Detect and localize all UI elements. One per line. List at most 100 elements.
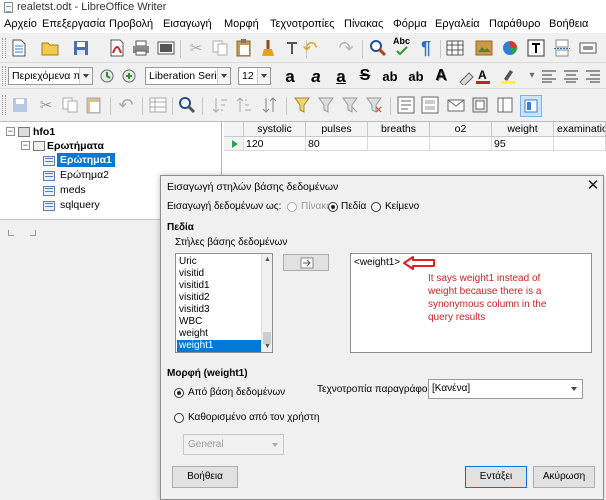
menu-view[interactable]: Προβολή (109, 18, 153, 30)
update-style-icon[interactable] (97, 66, 117, 86)
tree-item-query2[interactable]: Ερώτημα2 (60, 169, 109, 181)
redo-icon[interactable]: ↷ (336, 38, 356, 58)
grid-cell[interactable]: 95 (492, 137, 554, 151)
list-scrollbar[interactable]: ▲ ▼ (261, 254, 272, 352)
formatting-marks-icon[interactable]: ¶ (416, 38, 436, 58)
toolbar-grip[interactable] (2, 38, 6, 58)
grid-column-header[interactable]: systolic (244, 122, 306, 137)
print-preview-icon[interactable] (156, 38, 176, 58)
clone-formatting-icon[interactable] (258, 38, 278, 58)
bold-icon[interactable]: a (280, 66, 300, 86)
font-size-combo[interactable]: 12 (238, 67, 271, 85)
menu-edit[interactable]: Επεξεργασία (42, 18, 105, 30)
menu-insert[interactable]: Εισαγωγή (163, 18, 212, 30)
paste-icon[interactable] (84, 95, 104, 115)
open-icon[interactable] (40, 38, 60, 58)
paragraph-style-select[interactable]: [Κανένα] (428, 379, 583, 399)
list-item[interactable]: weight (177, 328, 261, 340)
menu-table[interactable]: Πίνακας (344, 18, 383, 30)
tree-database[interactable]: hfo1 (33, 126, 55, 138)
align-left-icon[interactable] (539, 66, 559, 86)
strikethrough-icon[interactable]: S (355, 66, 375, 86)
grid-column-header[interactable]: examination (554, 122, 606, 137)
insert-field-icon[interactable] (578, 38, 598, 58)
spelling-icon[interactable]: Abc (392, 36, 412, 56)
grid-cell[interactable] (430, 137, 492, 151)
tree-item-meds[interactable]: meds (60, 184, 86, 196)
sort-icon[interactable] (260, 95, 280, 115)
grid-column-header[interactable]: weight (492, 122, 554, 137)
list-item[interactable]: Uric (177, 256, 261, 268)
row-indicator[interactable] (224, 137, 244, 151)
shadow-icon[interactable]: A (431, 66, 451, 86)
mail-merge-icon[interactable] (446, 95, 466, 115)
number-format-select[interactable]: General (183, 434, 284, 455)
help-button[interactable]: Βοήθεια (172, 466, 238, 488)
insert-textbox-icon[interactable] (526, 38, 546, 58)
toolbar-grip[interactable] (2, 66, 6, 86)
align-right-icon[interactable] (583, 66, 603, 86)
table-icon[interactable] (148, 95, 168, 115)
explorer-toggle-icon[interactable] (495, 95, 515, 115)
highlight-color-icon[interactable] (498, 66, 518, 86)
insert-field-button[interactable] (283, 254, 329, 271)
database-columns-list[interactable]: Uric visitid visitid1 visitid2 visitid3 … (175, 253, 273, 353)
grid-cell[interactable]: 80 (306, 137, 368, 151)
radio-format-user-defined[interactable] (174, 413, 184, 423)
tree-queries-folder[interactable]: Ερωτήματα (47, 140, 104, 152)
explorer-on-off-icon[interactable] (520, 95, 542, 117)
chevron-down-icon[interactable] (257, 68, 270, 84)
grid-column-header[interactable]: o2 (430, 122, 492, 137)
subscript-icon[interactable]: ab (404, 66, 428, 86)
collapse-expander[interactable]: − (6, 127, 15, 136)
scroll-up-icon[interactable]: ▲ (264, 256, 271, 263)
grid-cell[interactable] (554, 137, 606, 151)
copy-icon[interactable] (60, 95, 80, 115)
copy-icon[interactable] (210, 38, 230, 58)
chevron-down-icon[interactable] (217, 68, 230, 84)
superscript-icon[interactable]: ab (378, 66, 402, 86)
data-to-text-icon[interactable] (396, 95, 416, 115)
grid-cell[interactable] (368, 137, 430, 151)
align-center-icon[interactable] (561, 66, 581, 86)
menu-format[interactable]: Μορφή (224, 18, 259, 30)
underline-icon[interactable]: a (331, 66, 351, 86)
grid-column-header[interactable]: pulses (306, 122, 368, 137)
chevron-down-icon[interactable] (79, 68, 92, 84)
insert-table-icon[interactable] (445, 38, 465, 58)
new-document-icon[interactable] (9, 38, 29, 58)
chevron-down-icon[interactable] (269, 435, 283, 454)
list-item[interactable]: visitid (177, 268, 261, 280)
menu-file[interactable]: Αρχείο (4, 18, 37, 30)
radio-insert-text[interactable] (371, 202, 381, 212)
clear-formatting-icon[interactable] (282, 38, 302, 58)
grid-column-header[interactable]: breaths (368, 122, 430, 137)
paragraph-style-combo[interactable]: Περιεχόμενα πίνα (8, 67, 93, 85)
menu-form[interactable]: Φόρμα (393, 18, 427, 30)
print-icon[interactable] (131, 38, 151, 58)
collapse-expander[interactable]: − (21, 141, 30, 150)
undo-icon[interactable]: ↶ (116, 95, 136, 115)
tree-item-query1[interactable]: Ερώτημα1 (57, 153, 115, 167)
radio-insert-fields[interactable] (328, 202, 338, 212)
ok-button[interactable]: Εντάξει (465, 466, 527, 488)
cut-icon[interactable]: ✂ (36, 95, 56, 115)
italic-icon[interactable]: a (306, 66, 326, 86)
find-replace-icon[interactable] (368, 38, 388, 58)
font-color-icon[interactable]: A (473, 66, 493, 86)
cancel-button[interactable]: Ακύρωση (533, 466, 595, 488)
autofilter-icon[interactable] (292, 95, 312, 115)
export-pdf-icon[interactable] (107, 38, 127, 58)
radio-insert-table[interactable] (287, 202, 297, 212)
new-style-icon[interactable] (119, 66, 139, 86)
data-to-fields-icon[interactable] (420, 95, 440, 115)
insert-chart-icon[interactable] (500, 38, 520, 58)
undo-icon[interactable]: ↶ (300, 38, 320, 58)
scroll-down-icon[interactable]: ▼ (264, 343, 271, 350)
menu-window[interactable]: Παράθυρο (489, 18, 540, 30)
menu-tools[interactable]: Εργαλεία (435, 18, 480, 30)
menu-styles[interactable]: Τεχνοτροπίες (270, 18, 334, 30)
save-icon[interactable] (71, 38, 91, 58)
reset-filter-icon[interactable] (364, 95, 384, 115)
list-item[interactable]: visitid2 (177, 292, 261, 304)
